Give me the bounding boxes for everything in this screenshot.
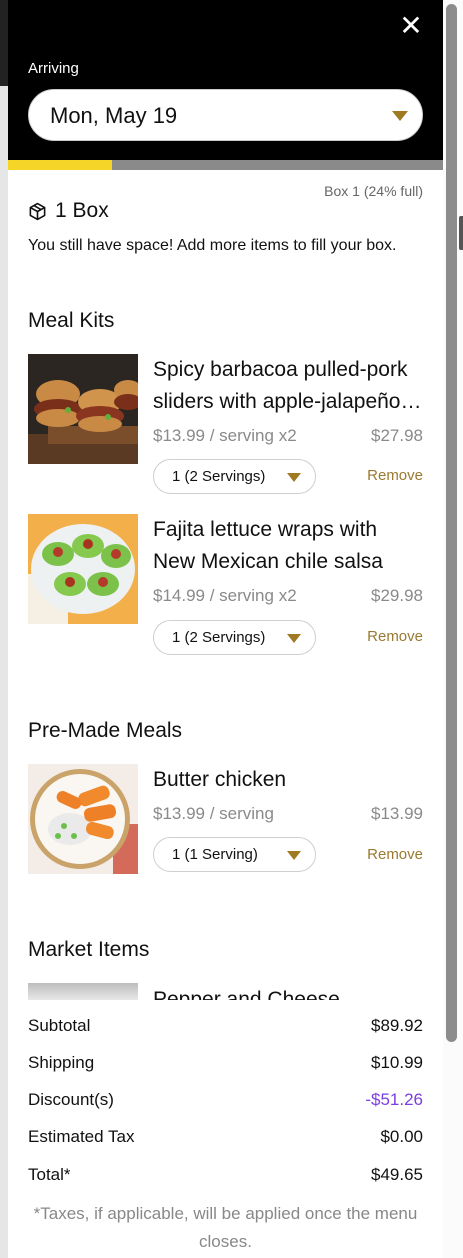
item-total-price: $13.99 xyxy=(371,804,423,823)
item-image[interactable] xyxy=(28,983,138,1000)
total-label: Total* xyxy=(28,1165,71,1184)
order-summary: Subtotal $89.92 Shipping $10.99 Discount… xyxy=(8,1000,443,1258)
chevron-down-icon xyxy=(287,634,301,643)
item-image[interactable] xyxy=(28,354,138,464)
arriving-label: Arriving xyxy=(28,60,79,77)
page-background-left-top xyxy=(0,0,8,86)
tax-row: Estimated Tax $0.00 xyxy=(28,1127,423,1151)
item-name[interactable]: Butter chicken xyxy=(153,764,423,796)
item-unit-price: $14.99 / serving x2 xyxy=(153,586,297,605)
delivery-date-select[interactable]: Mon, May 19 xyxy=(28,89,423,141)
subtotal-label: Subtotal xyxy=(28,1016,91,1035)
total-value: $49.65 xyxy=(371,1165,423,1184)
discount-label: Discount(s) xyxy=(28,1090,114,1109)
quantity-select[interactable]: 1 (2 Servings) xyxy=(153,459,316,494)
scrollbar-edge xyxy=(459,216,463,250)
box-space-message: You still have space! Add more items to … xyxy=(28,237,397,254)
sliders-image xyxy=(28,354,138,464)
section-title-market-items: Market Items xyxy=(28,938,150,961)
discount-value: -$51.26 xyxy=(365,1090,423,1109)
remove-button[interactable]: Remove xyxy=(367,467,423,484)
quantity-select[interactable]: 1 (2 Servings) xyxy=(153,620,316,655)
section-title-meal-kits: Meal Kits xyxy=(28,309,115,332)
close-icon[interactable]: ✕ xyxy=(399,12,423,40)
quantity-select[interactable]: 1 (1 Serving) xyxy=(153,837,316,872)
quantity-value: 1 (1 Serving) xyxy=(172,846,258,863)
box-fill-progress xyxy=(8,160,443,170)
item-image[interactable] xyxy=(28,514,138,624)
box-icon xyxy=(29,202,46,220)
page-background-left xyxy=(0,0,8,1258)
item-image[interactable] xyxy=(28,764,138,874)
tax-label: Estimated Tax xyxy=(28,1127,135,1146)
item-name[interactable]: Pepper and Cheese Pupusas xyxy=(153,985,423,1000)
shipping-row: Shipping $10.99 xyxy=(28,1053,423,1077)
quantity-value: 1 (2 Servings) xyxy=(172,629,266,646)
tax-note: *Taxes, if applicable, will be applied o… xyxy=(33,1204,418,1251)
shipping-value: $10.99 xyxy=(371,1053,423,1072)
cart-panel: ✕ Arriving Mon, May 19 Box 1 (24% full) … xyxy=(8,0,443,1258)
item-name[interactable]: Spicy barbacoa pulled-pork sliders with … xyxy=(153,354,423,418)
cart-header: ✕ Arriving Mon, May 19 xyxy=(8,0,443,160)
quantity-value: 1 (2 Servings) xyxy=(172,468,266,485)
box-title-row: 1 Box xyxy=(28,198,109,224)
subtotal-row: Subtotal $89.92 xyxy=(28,1016,423,1040)
item-unit-price: $13.99 / serving x2 xyxy=(153,426,297,445)
discount-row: Discount(s) -$51.26 xyxy=(28,1090,423,1114)
chevron-down-icon xyxy=(287,851,301,860)
item-unit-price: $13.99 / serving xyxy=(153,804,274,823)
subtotal-value: $89.92 xyxy=(371,1016,423,1035)
box-fill-progress-bar xyxy=(8,160,113,170)
item-total-price: $27.98 xyxy=(371,426,423,445)
tax-value: $0.00 xyxy=(380,1127,423,1146)
item-name[interactable]: Fajita lettuce wraps with New Mexican ch… xyxy=(153,514,423,578)
delivery-date-value: Mon, May 19 xyxy=(50,103,178,128)
remove-button[interactable]: Remove xyxy=(367,628,423,645)
cart-item: Fajita lettuce wraps with New Mexican ch… xyxy=(28,514,423,664)
cart-item: Butter chicken $13.99 / serving $13.99 1… xyxy=(28,764,423,914)
section-title-premade-meals: Pre-Made Meals xyxy=(28,719,183,742)
shipping-label: Shipping xyxy=(28,1053,95,1072)
chevron-down-icon xyxy=(392,111,408,121)
box-title: 1 Box xyxy=(55,199,109,222)
remove-button[interactable]: Remove xyxy=(367,846,423,863)
scrollbar-thumb[interactable] xyxy=(446,4,457,1042)
item-total-price: $29.98 xyxy=(371,586,423,605)
chevron-down-icon xyxy=(287,473,301,482)
butter-chicken-image xyxy=(28,764,138,874)
total-row: Total* $49.65 xyxy=(28,1165,423,1189)
box-fill-status: Box 1 (24% full) xyxy=(324,183,423,199)
cart-item: Spicy barbacoa pulled-pork sliders with … xyxy=(28,354,423,504)
lettuce-wraps-image xyxy=(28,514,138,624)
